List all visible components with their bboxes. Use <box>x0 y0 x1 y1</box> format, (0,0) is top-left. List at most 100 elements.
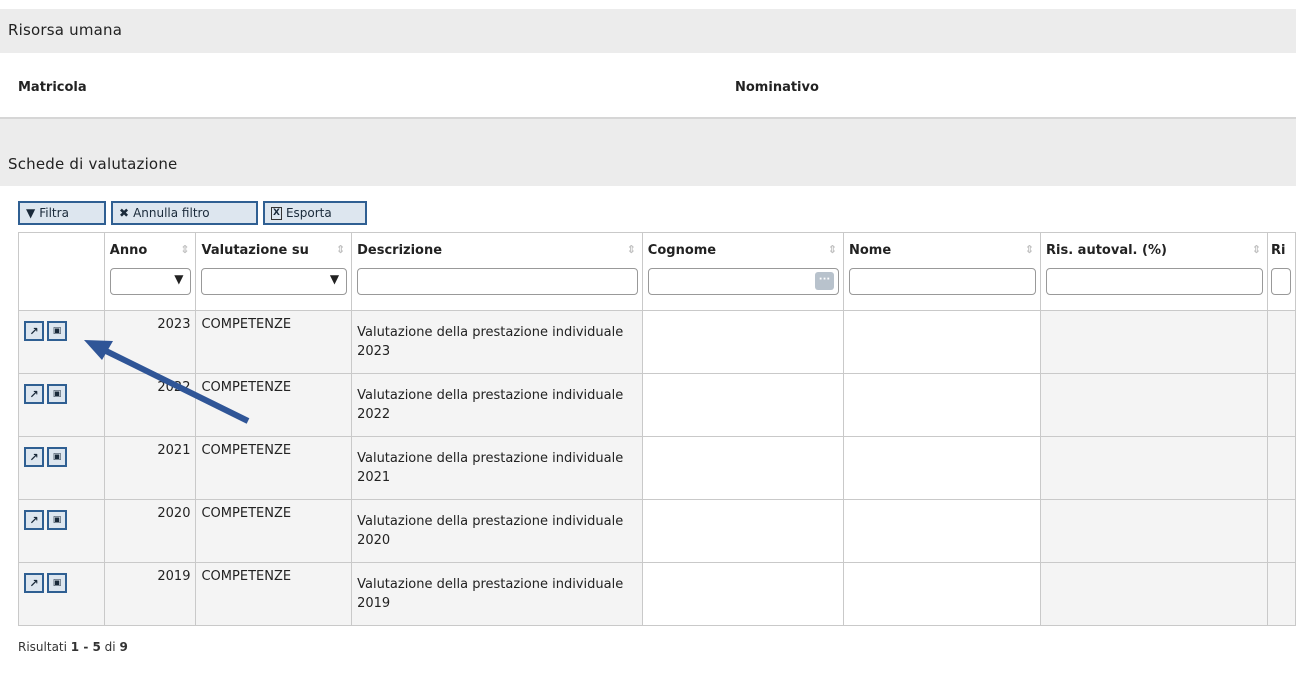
cell-anno: 2021 <box>103 436 197 500</box>
pdf-icon[interactable]: ▣ <box>47 384 67 404</box>
risorsa-umana-title: Risorsa umana <box>8 21 123 39</box>
results-prefix: Risultati <box>18 640 67 654</box>
risorsa-umana-header: Risorsa umana <box>0 9 1296 53</box>
cell-cognome <box>641 373 844 437</box>
cell-descrizione: Valutazione della prestazione individual… <box>351 373 643 437</box>
cell-descrizione: Valutazione della prestazione individual… <box>351 562 643 626</box>
column-descrizione-label: Descrizione <box>357 243 443 258</box>
cell-nome <box>842 373 1042 437</box>
column-anno[interactable]: Anno ⇕ ▼ <box>103 232 197 311</box>
open-external-icon[interactable]: ↗ <box>24 384 44 404</box>
open-external-icon[interactable]: ↗ <box>24 321 44 341</box>
cell-cognome <box>641 310 844 374</box>
column-descrizione[interactable]: Descrizione ⇕ <box>351 232 643 311</box>
results-total: 9 <box>119 640 128 654</box>
table-row: ↗ ▣ 2020 COMPETENZE Valutazione della presta… <box>18 499 1296 563</box>
column-ris-autoval[interactable]: Ris. autoval. (%) ⇕ <box>1040 232 1268 311</box>
column-valutazione[interactable]: Valutazione su ⇕ ▼ <box>195 232 353 311</box>
filter-icon: ▼ <box>26 206 36 220</box>
valutazione-filter-select[interactable]: ▼ <box>201 268 348 295</box>
open-external-icon[interactable]: ↗ <box>24 573 44 593</box>
sort-icon: ⇕ <box>827 243 837 256</box>
column-ri[interactable]: Ri <box>1266 232 1296 311</box>
row-actions: ↗ ▣ <box>18 499 105 563</box>
cell-anno: 2023 <box>103 310 197 374</box>
cell-ris-autoval <box>1040 436 1268 500</box>
column-anno-label: Anno <box>109 243 148 258</box>
annulla-filtro-label: Annulla filtro <box>133 206 210 220</box>
row-actions: ↗ ▣ <box>18 562 105 626</box>
esporta-label: Esporta <box>285 206 332 220</box>
esporta-button[interactable]: X Esporta <box>263 201 367 225</box>
cell-descrizione: Valutazione della prestazione individual… <box>351 436 643 500</box>
results-summary: Risultati 1 - 5 di 9 <box>18 640 128 654</box>
table-row: ↗ ▣ 2022 COMPETENZE Valutazione della presta… <box>18 373 1296 437</box>
column-nome-label: Nome <box>848 243 892 258</box>
anno-filter-select[interactable]: ▼ <box>109 268 192 295</box>
cell-ris-autoval <box>1040 310 1268 374</box>
cell-valutazione: COMPETENZE <box>195 436 353 500</box>
chevron-down-icon: ▼ <box>329 272 340 286</box>
spacer-band <box>0 119 1296 143</box>
row-actions: ↗ ▣ <box>18 373 105 437</box>
cell-anno: 2020 <box>103 499 197 563</box>
table-row: ↗ ▣ 2019 COMPETENZE Valutazione della presta… <box>18 562 1296 626</box>
column-valutazione-label: Valutazione su <box>201 243 309 258</box>
cell-ri <box>1266 499 1296 563</box>
annulla-filtro-button[interactable]: ✖ Annulla filtro <box>111 201 258 225</box>
pdf-icon[interactable]: ▣ <box>47 573 67 593</box>
cell-nome <box>842 436 1042 500</box>
ri-filter-input[interactable] <box>1270 268 1291 295</box>
results-of: di <box>104 640 116 654</box>
cell-descrizione: Valutazione della prestazione individual… <box>351 499 643 563</box>
row-actions: ↗ ▣ <box>18 310 105 374</box>
column-ris-autoval-label: Ris. autoval. (%) <box>1046 243 1167 258</box>
sort-icon: ⇕ <box>1251 243 1261 256</box>
ris-autoval-filter-input[interactable] <box>1046 268 1263 295</box>
filtra-button[interactable]: ▼ Filtra <box>18 201 106 225</box>
schede-header: Schede di valutazione <box>0 143 1296 186</box>
x-icon: ✖ <box>119 206 130 220</box>
sort-icon: ⇕ <box>335 243 346 256</box>
cell-anno: 2022 <box>103 373 197 437</box>
sort-icon: ⇕ <box>626 243 636 256</box>
column-nome[interactable]: Nome ⇕ <box>842 232 1042 311</box>
cell-valutazione: COMPETENZE <box>195 562 353 626</box>
table-row: ↗ ▣ 2021 COMPETENZE Valutazione della presta… <box>18 436 1296 500</box>
cell-anno: 2019 <box>103 562 197 626</box>
cell-cognome <box>641 436 844 500</box>
matricola-label: Matricola <box>18 80 87 95</box>
pdf-icon[interactable]: ▣ <box>47 510 67 530</box>
toolbar: ▼ Filtra ✖ Annulla filtro X Esporta <box>18 201 367 225</box>
cell-descrizione: Valutazione della prestazione individual… <box>351 310 643 374</box>
schede-table: Anno ⇕ ▼ Valutazione su ⇕ ▼ Descrizione … <box>18 232 1296 626</box>
cell-nome <box>842 562 1042 626</box>
sort-icon: ⇕ <box>180 243 190 256</box>
cell-ri <box>1266 562 1296 626</box>
pdf-icon[interactable]: ▣ <box>47 321 67 341</box>
actions-header <box>18 232 105 311</box>
open-external-icon[interactable]: ↗ <box>24 510 44 530</box>
cell-ri <box>1266 436 1296 500</box>
cell-ri <box>1266 310 1296 374</box>
cognome-filter-input[interactable]: ··· <box>647 268 839 295</box>
cell-valutazione: COMPETENZE <box>195 373 353 437</box>
lookup-icon[interactable]: ··· <box>814 272 834 290</box>
filtra-label: Filtra <box>39 206 69 220</box>
cell-cognome <box>641 562 844 626</box>
nome-filter-input[interactable] <box>848 268 1036 295</box>
cell-nome <box>842 499 1042 563</box>
cell-cognome <box>641 499 844 563</box>
cell-valutazione: COMPETENZE <box>195 310 353 374</box>
pdf-icon[interactable]: ▣ <box>47 447 67 467</box>
sort-icon: ⇕ <box>1024 243 1034 256</box>
schede-title: Schede di valutazione <box>8 155 178 173</box>
descrizione-filter-input[interactable] <box>357 268 638 295</box>
cell-ris-autoval <box>1040 499 1268 563</box>
open-external-icon[interactable]: ↗ <box>24 447 44 467</box>
results-range: 1 - 5 <box>70 640 101 654</box>
cell-nome <box>842 310 1042 374</box>
nominativo-label: Nominativo <box>735 80 819 95</box>
cell-valutazione: COMPETENZE <box>195 499 353 563</box>
column-cognome[interactable]: Cognome ⇕ ··· <box>641 232 844 311</box>
